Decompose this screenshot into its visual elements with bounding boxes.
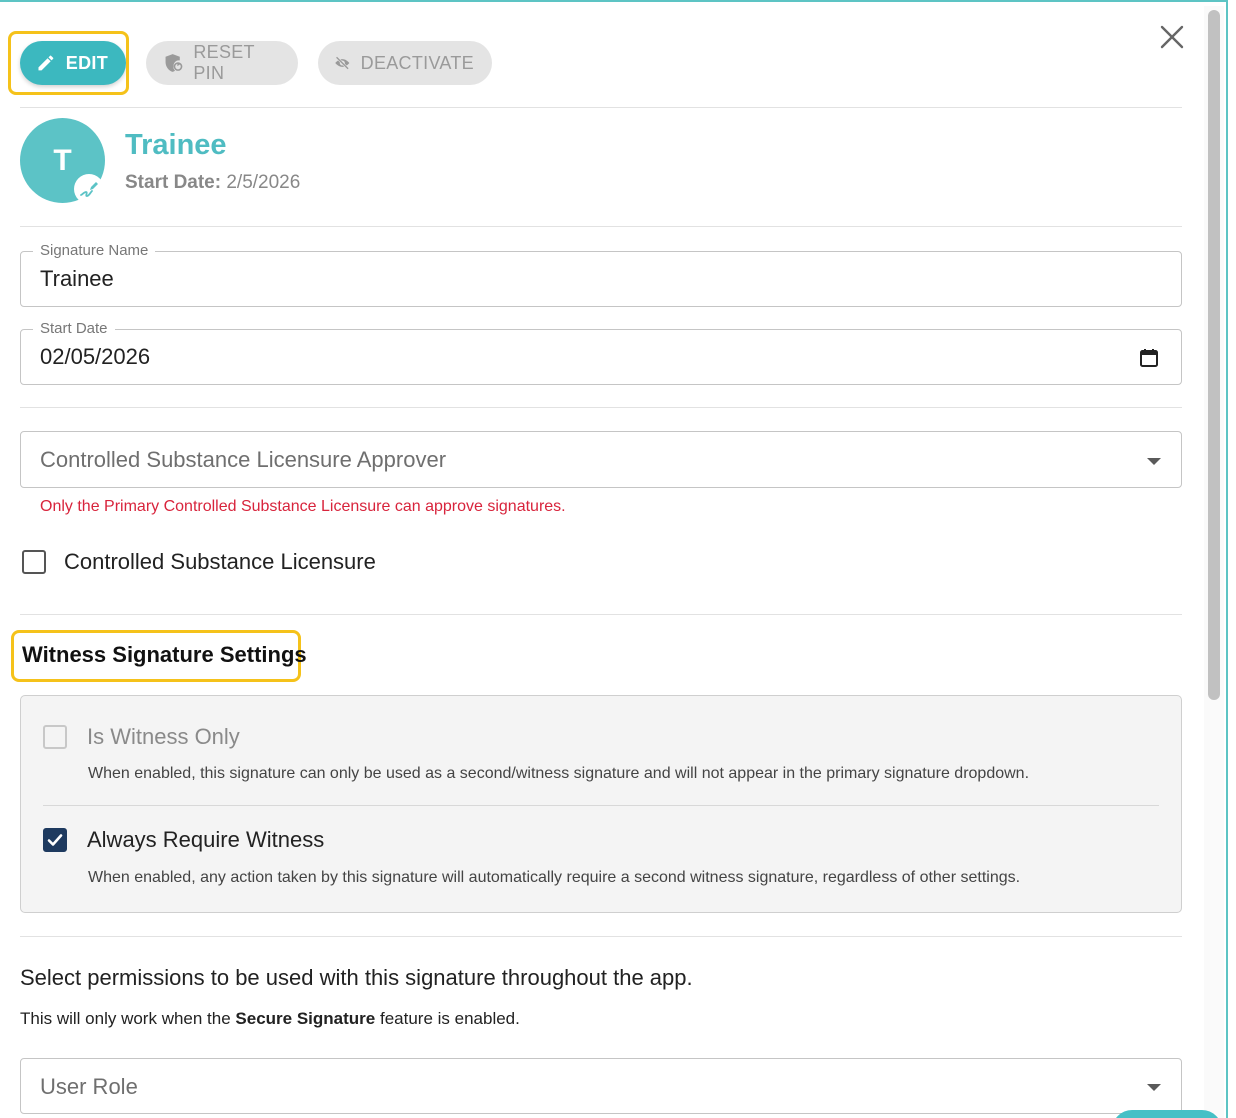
user-role-placeholder: User Role: [40, 1074, 138, 1099]
chevron-down-icon: [1147, 458, 1161, 465]
always-require-witness-description: When enabled, any action taken by this s…: [88, 869, 1021, 886]
permissions-note-suffix: feature is enabled.: [375, 1009, 520, 1028]
approver-select-placeholder: Controlled Substance Licensure Approver: [40, 447, 447, 472]
divider: [20, 107, 1182, 108]
start-date-input[interactable]: 02/05/2026: [40, 344, 150, 370]
reset-pin-label: RESET PIN: [193, 42, 255, 83]
is-witness-only-description: When enabled, this signature can only be…: [88, 765, 1030, 782]
divider: [20, 614, 1182, 615]
start-date-label: Start Date: [33, 320, 115, 337]
permissions-note: This will only work when the Secure Sign…: [20, 1009, 520, 1029]
reset-pin-button[interactable]: RESET PIN: [146, 41, 298, 85]
permissions-note-bold: Secure Signature: [235, 1009, 376, 1028]
controlled-substance-checkbox[interactable]: [22, 550, 46, 574]
always-require-witness-label[interactable]: Always Require Witness: [87, 827, 324, 853]
permissions-heading: Select permissions to be used with this …: [20, 965, 693, 990]
floating-action-button[interactable]: [1112, 1110, 1222, 1118]
approver-select[interactable]: Controlled Substance Licensure Approver: [20, 431, 1182, 488]
signature-name-input[interactable]: Trainee: [40, 266, 114, 292]
eye-off-icon: [335, 56, 350, 70]
signature-icon: [80, 182, 98, 197]
divider: [20, 226, 1182, 227]
checkmark-icon: [47, 834, 63, 846]
divider: [20, 407, 1182, 408]
avatar-badge: [74, 174, 104, 204]
is-witness-only-checkbox[interactable]: [43, 725, 67, 749]
edit-highlight-outline: [8, 31, 129, 95]
user-role-select[interactable]: User Role: [20, 1058, 1182, 1114]
scrollbar-thumb[interactable]: [1208, 10, 1220, 700]
controlled-substance-label[interactable]: Controlled Substance Licensure: [64, 549, 376, 575]
is-witness-only-label[interactable]: Is Witness Only: [87, 724, 240, 750]
always-require-witness-checkbox[interactable]: [43, 828, 67, 852]
profile-start-date: Start Date: 2/5/2026: [125, 172, 300, 194]
avatar-initial: T: [53, 143, 72, 177]
chevron-down-icon: [1147, 1084, 1161, 1091]
shield-refresh-icon: [165, 54, 183, 72]
profile-name: Trainee: [125, 129, 227, 161]
witness-settings-box: Is Witness Only When enabled, this signa…: [20, 695, 1182, 913]
start-date-field[interactable]: Start Date 02/05/2026: [20, 320, 1182, 385]
profile-start-date-label: Start Date:: [125, 172, 222, 193]
profile-start-date-value: 2/5/2026: [226, 172, 301, 193]
deactivate-button[interactable]: DEACTIVATE: [318, 41, 492, 85]
deactivate-label: DEACTIVATE: [360, 52, 474, 73]
action-toolbar: EDIT RESET PIN DEACTIVATE: [8, 31, 492, 95]
close-button[interactable]: [1158, 23, 1186, 51]
witness-section-title: Witness Signature Settings: [22, 642, 307, 667]
close-icon: [1160, 25, 1184, 49]
signature-name-field[interactable]: Signature Name Trainee: [20, 242, 1182, 307]
panel-content: EDIT RESET PIN DEACTIVATE T Trainee Star…: [8, 2, 1184, 1118]
divider: [20, 936, 1182, 937]
signature-name-label: Signature Name: [33, 242, 156, 259]
approver-error-text: Only the Primary Controlled Substance Li…: [40, 498, 566, 515]
signature-detail-panel: EDIT RESET PIN DEACTIVATE T Trainee Star…: [0, 0, 1228, 1118]
divider: [43, 805, 1159, 806]
permissions-note-prefix: This will only work when the: [20, 1009, 236, 1028]
calendar-icon[interactable]: [1139, 348, 1159, 368]
